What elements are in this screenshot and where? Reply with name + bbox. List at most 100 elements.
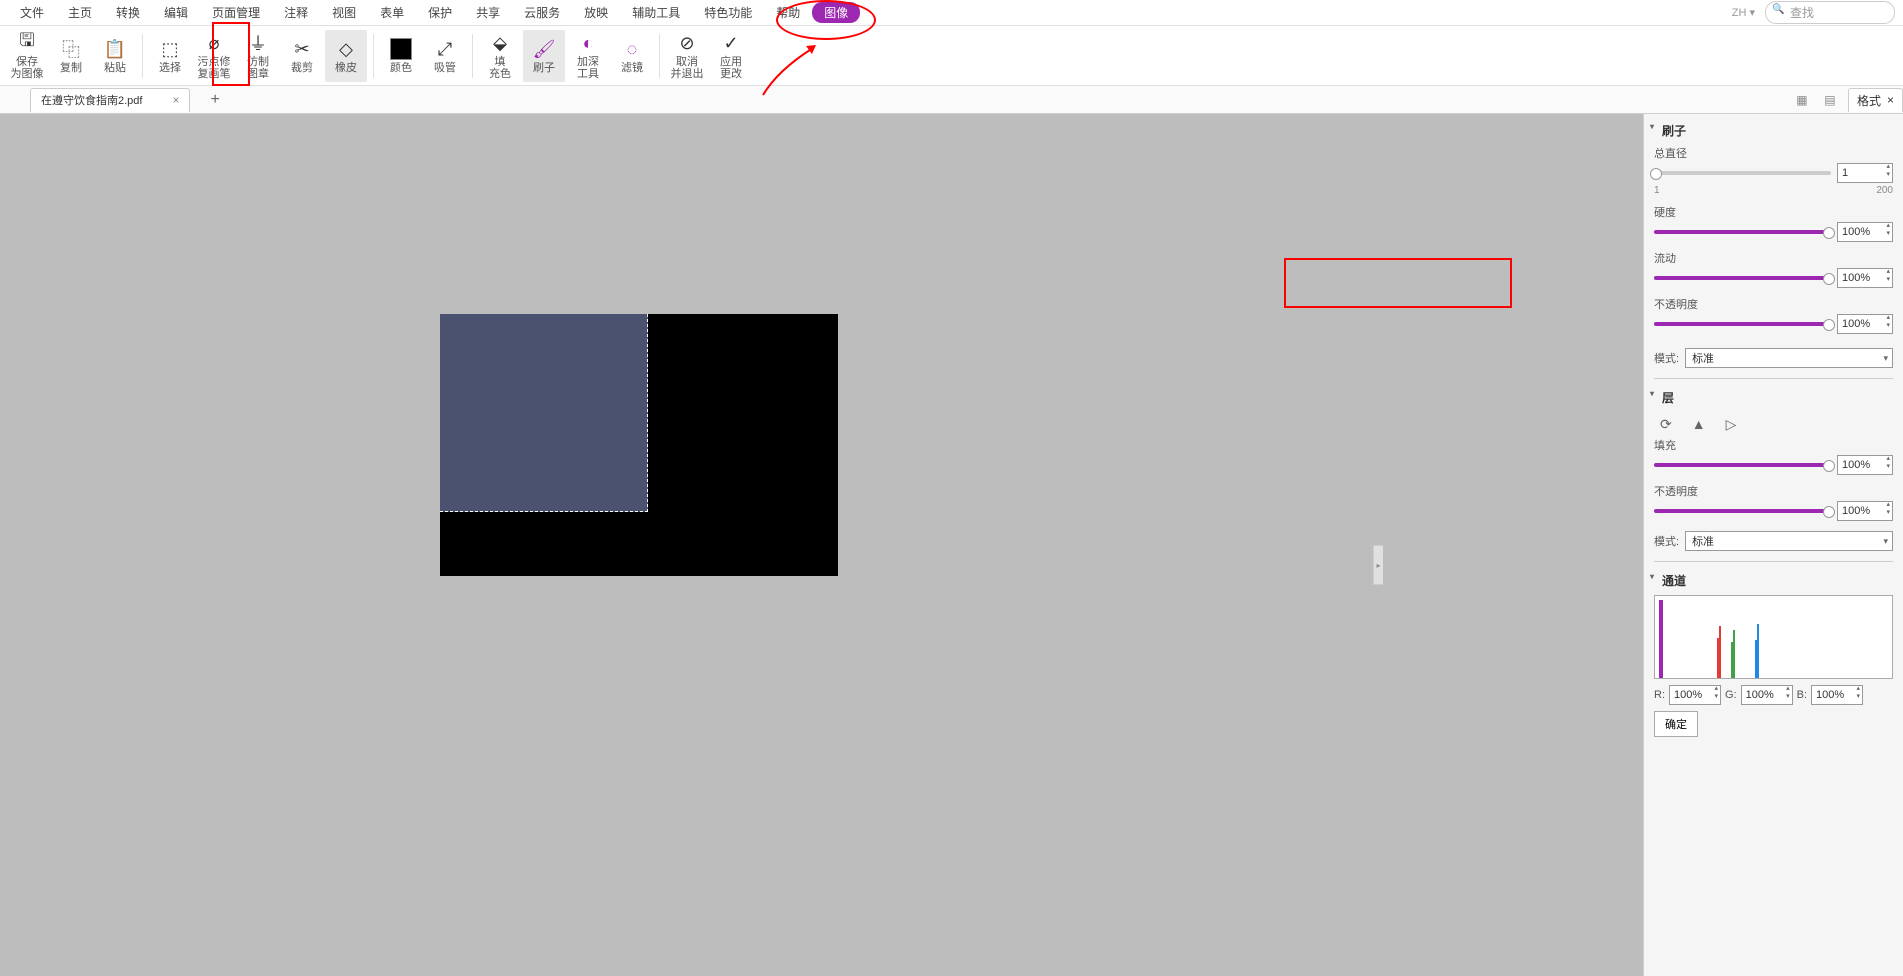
hardness-slider[interactable] <box>1654 230 1831 234</box>
fill-label: 填充 <box>1654 437 1893 453</box>
b-spinner[interactable]: 100% <box>1811 685 1863 705</box>
selection-region[interactable] <box>440 314 648 512</box>
diameter-spinner[interactable]: 1 <box>1837 163 1893 183</box>
layer-section: 层 ⟳ ▲ ▷ 填充 100% 不透明度 100% <box>1654 389 1893 551</box>
menu-accessibility[interactable]: 辅助工具 <box>620 0 692 25</box>
menu-image[interactable]: 图像 <box>812 2 860 23</box>
diameter-label: 总直径 <box>1654 145 1893 161</box>
menu-help[interactable]: 帮助 <box>764 0 812 25</box>
tool-paste[interactable]: 📋粘贴 <box>94 30 136 82</box>
tool-copy[interactable]: ⿻复制 <box>50 30 92 82</box>
diameter-slider[interactable] <box>1654 171 1831 175</box>
tool-select[interactable]: ⬚选择 <box>149 30 191 82</box>
hardness-label: 硬度 <box>1654 204 1893 220</box>
stamp-icon: ⏚ <box>247 32 269 54</box>
tool-eraser[interactable]: ◇橡皮 <box>325 30 367 82</box>
hardness-spinner[interactable]: 100% <box>1837 222 1893 242</box>
canvas-area[interactable]: ▸ <box>0 114 1643 976</box>
tool-crop[interactable]: ✂裁剪 <box>281 30 323 82</box>
menu-features[interactable]: 特色功能 <box>692 0 764 25</box>
histogram <box>1654 595 1893 679</box>
menu-bar: 文件 主页 转换 编辑 页面管理 注释 视图 表单 保护 共享 云服务 放映 辅… <box>0 0 1903 26</box>
menu-share[interactable]: 共享 <box>464 0 512 25</box>
format-panel: 刷子 总直径 1 1200 硬度 100% 流动 <box>1643 114 1903 976</box>
tool-color[interactable]: 颜色 <box>380 30 422 82</box>
flow-slider[interactable] <box>1654 276 1831 280</box>
menu-view[interactable]: 视图 <box>320 0 368 25</box>
separator <box>373 34 374 78</box>
g-spinner[interactable]: 100% <box>1741 685 1793 705</box>
tool-save-as-image[interactable]: 🖫保存 为图像 <box>6 30 48 82</box>
separator <box>659 34 660 78</box>
layer-flip-v-icon[interactable]: ▲ <box>1692 416 1706 433</box>
brush-opacity-label: 不透明度 <box>1654 296 1893 312</box>
menu-play[interactable]: 放映 <box>572 0 620 25</box>
layer-rotate-icon[interactable]: ⟳ <box>1660 416 1672 433</box>
check-icon: ✓ <box>720 32 742 54</box>
menu-protect[interactable]: 保护 <box>416 0 464 25</box>
main-area: ▸ 刷子 总直径 1 1200 硬度 100% 流动 <box>0 114 1903 976</box>
brush-section: 刷子 总直径 1 1200 硬度 100% 流动 <box>1654 122 1893 368</box>
fill-slider[interactable] <box>1654 463 1831 467</box>
layer-opacity-spinner[interactable]: 100% <box>1837 501 1893 521</box>
select-icon: ⬚ <box>159 38 181 60</box>
scissors-icon: ✂ <box>291 38 313 60</box>
layer-section-title: 层 <box>1654 389 1893 406</box>
grid-view-icon[interactable]: ▦ <box>1792 90 1812 110</box>
toolbar: 🖫保存 为图像 ⿻复制 📋粘贴 ⬚选择 ⌀污点修 复画笔 ⏚仿制 图章 ✂裁剪 … <box>0 26 1903 86</box>
tool-fill[interactable]: ⬙填 充色 <box>479 30 521 82</box>
brush-section-title: 刷子 <box>1654 122 1893 139</box>
new-tab-button[interactable]: + <box>210 91 219 109</box>
format-tab-close[interactable]: × <box>1887 93 1894 107</box>
fill-spinner[interactable]: 100% <box>1837 455 1893 475</box>
document-tab-title: 在遵守饮食指南2.pdf <box>41 92 142 108</box>
g-label: G: <box>1725 689 1737 701</box>
filter-icon: ◌ <box>621 38 643 60</box>
channel-section: 通道 R: 100% G: 100% B: 100% 确定 <box>1654 572 1893 737</box>
brush-opacity-slider[interactable] <box>1654 322 1831 326</box>
layer-opacity-slider[interactable] <box>1654 509 1831 513</box>
document-tab-strip: 在遵守饮食指南2.pdf × + ▦ ▤ 格式 × <box>0 86 1903 114</box>
tab-close-button[interactable]: × <box>172 93 179 107</box>
paste-icon: 📋 <box>104 38 126 60</box>
format-panel-tab[interactable]: 格式 × <box>1848 88 1903 112</box>
lang-dropdown[interactable]: ZH ▾ <box>1732 6 1755 19</box>
panel-collapse-handle[interactable]: ▸ <box>1373 545 1383 585</box>
layer-mode-combo[interactable]: 标准 <box>1685 531 1893 551</box>
menu-file[interactable]: 文件 <box>8 0 56 25</box>
tool-apply-changes[interactable]: ✓应用 更改 <box>710 30 752 82</box>
panel-view-icon[interactable]: ▤ <box>1820 90 1840 110</box>
tool-brush[interactable]: 🖌刷子 <box>523 30 565 82</box>
brush-opacity-spinner[interactable]: 100% <box>1837 314 1893 334</box>
tool-spot-heal[interactable]: ⌀污点修 复画笔 <box>193 30 235 82</box>
channel-section-title: 通道 <box>1654 572 1893 589</box>
separator <box>472 34 473 78</box>
layer-flip-h-icon[interactable]: ▷ <box>1726 416 1737 433</box>
heal-icon: ⌀ <box>203 32 225 54</box>
color-swatch-icon <box>390 38 412 60</box>
copy-icon: ⿻ <box>60 38 82 60</box>
tool-filter[interactable]: ◌滤镜 <box>611 30 653 82</box>
r-spinner[interactable]: 100% <box>1669 685 1721 705</box>
menu-page-manage[interactable]: 页面管理 <box>200 0 272 25</box>
channel-ok-button[interactable]: 确定 <box>1654 711 1698 737</box>
menu-home[interactable]: 主页 <box>56 0 104 25</box>
menu-annotate[interactable]: 注释 <box>272 0 320 25</box>
menu-convert[interactable]: 转换 <box>104 0 152 25</box>
r-label: R: <box>1654 689 1665 701</box>
brush-mode-combo[interactable]: 标准 <box>1685 348 1893 368</box>
tool-clone-stamp[interactable]: ⏚仿制 图章 <box>237 30 279 82</box>
separator <box>142 34 143 78</box>
tool-cancel-exit[interactable]: ⊘取消 并退出 <box>666 30 708 82</box>
menu-cloud[interactable]: 云服务 <box>512 0 572 25</box>
tool-burn[interactable]: ◐加深 工具 <box>567 30 609 82</box>
eraser-icon: ◇ <box>335 38 357 60</box>
tool-eyedropper[interactable]: ⤢吸管 <box>424 30 466 82</box>
menu-edit[interactable]: 编辑 <box>152 0 200 25</box>
search-input[interactable]: 查找 <box>1765 1 1895 24</box>
flow-spinner[interactable]: 100% <box>1837 268 1893 288</box>
burn-icon: ◐ <box>577 32 599 54</box>
menu-form[interactable]: 表单 <box>368 0 416 25</box>
brush-icon: 🖌 <box>533 38 555 60</box>
document-tab[interactable]: 在遵守饮食指南2.pdf × <box>30 88 190 112</box>
